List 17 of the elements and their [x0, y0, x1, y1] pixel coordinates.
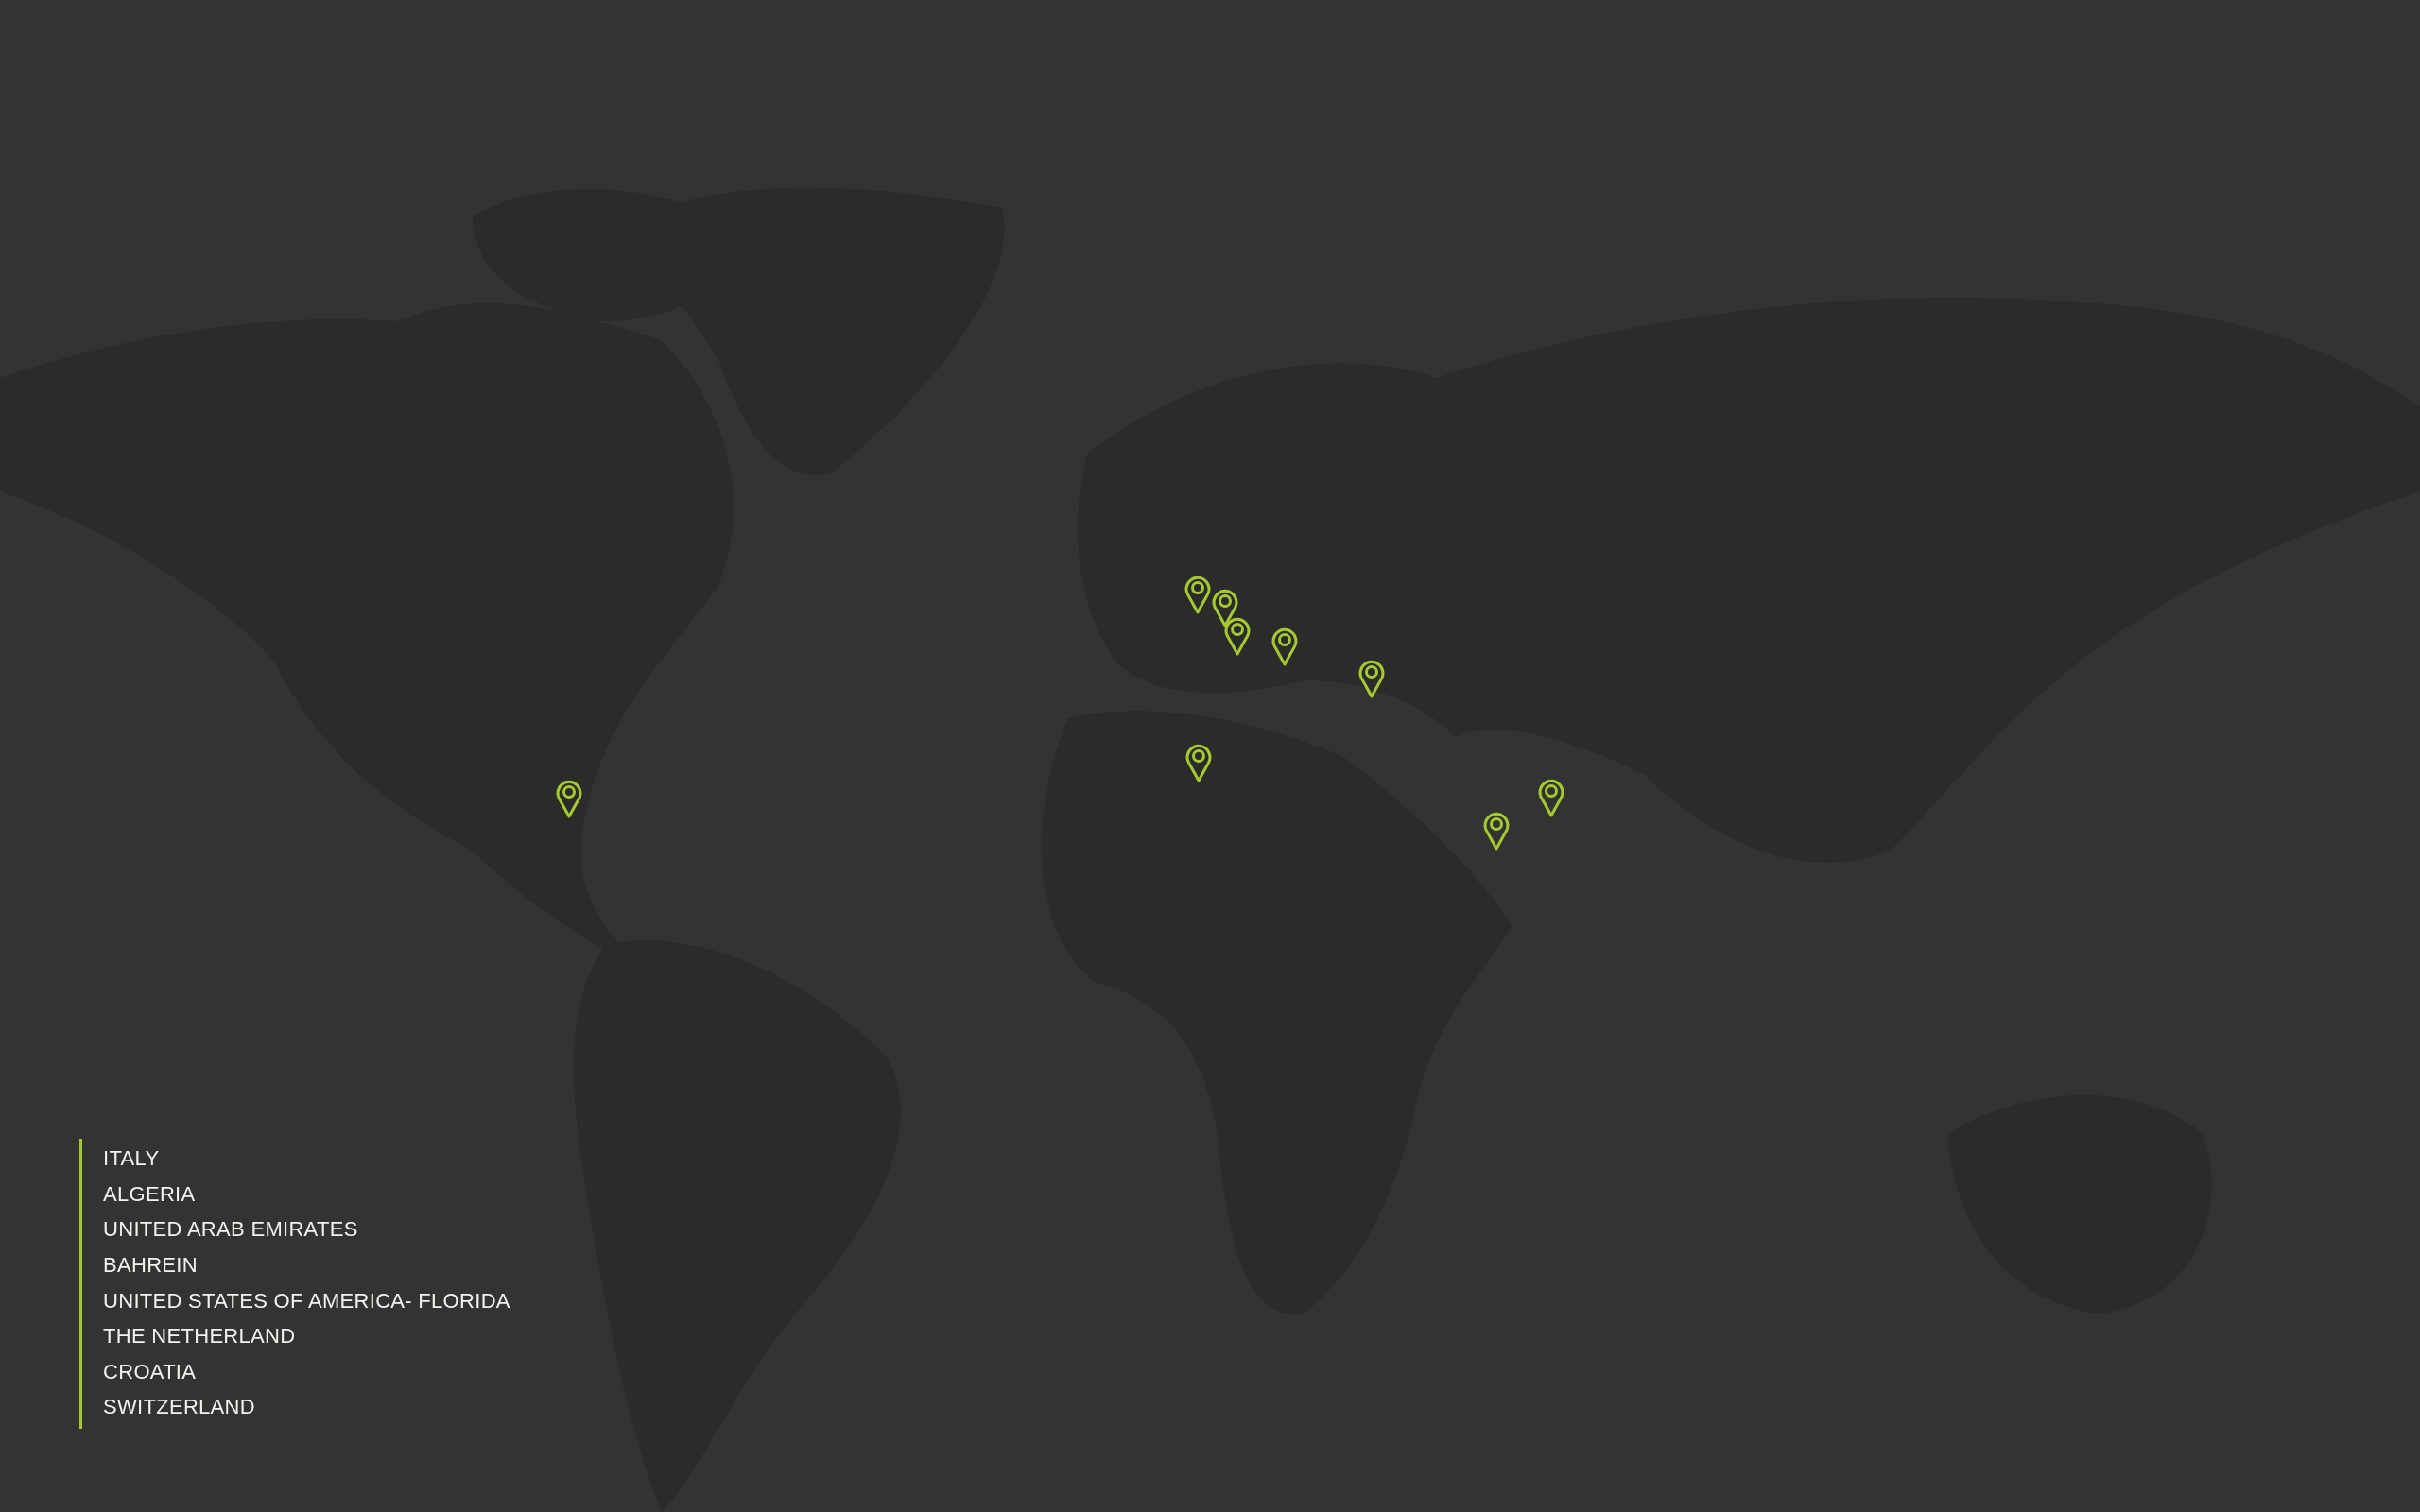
country-name: BAHREIN [103, 1252, 198, 1280]
map-pin-icon [1538, 779, 1564, 817]
map-pin-icon [1483, 812, 1510, 850]
country-name: UNITED ARAB EMIRATES [103, 1216, 358, 1244]
country-name: ITALY [103, 1145, 160, 1173]
country-name: UNITED STATES OF AMERICA- FLORIDA [103, 1287, 510, 1314]
map-pin-icon [1271, 627, 1298, 666]
map-pin-icon [1212, 589, 1238, 627]
country-name: ALGERIA [103, 1180, 196, 1208]
map-pin-icon [1224, 617, 1251, 656]
map-pin-icon [1184, 576, 1211, 614]
country-name: CROATIA [103, 1358, 197, 1385]
map-pin-icon [1185, 744, 1212, 782]
map-pin-icon [556, 780, 582, 818]
map-pin-icon [1358, 660, 1385, 698]
country-name: THE NETHERLAND [103, 1323, 296, 1350]
country-name: SWITZERLAND [103, 1394, 255, 1421]
